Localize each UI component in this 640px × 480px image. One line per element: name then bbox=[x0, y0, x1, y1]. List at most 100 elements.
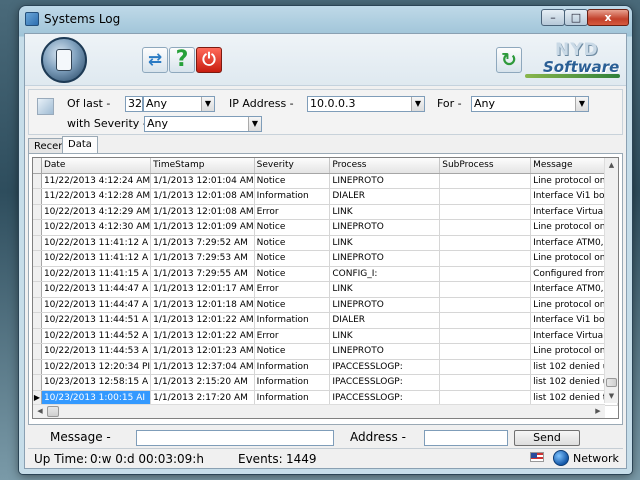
table-cell[interactable]: LINEPROTO bbox=[329, 219, 441, 236]
row-header[interactable] bbox=[33, 266, 42, 282]
table-row[interactable]: 10/22/2013 11:41:12 A 1/1/2013 7:29:53 AM… bbox=[33, 250, 618, 267]
table-cell[interactable] bbox=[439, 219, 532, 236]
chevron-down-icon[interactable]: ▼ bbox=[201, 97, 214, 111]
ip-address-select[interactable]: 10.0.0.3 ▼ bbox=[307, 96, 425, 112]
chevron-down-icon[interactable]: ▼ bbox=[411, 97, 424, 111]
table-row[interactable]: 10/22/2013 11:41:12 A 1/1/2013 7:29:52 AM… bbox=[33, 235, 618, 251]
table-cell[interactable]: 10/22/2013 4:12:29 AM bbox=[41, 204, 152, 220]
table-row[interactable]: 10/22/2013 12:20:34 PI 1/1/2013 12:37:04 … bbox=[33, 359, 618, 375]
address-input[interactable] bbox=[424, 430, 508, 446]
table-cell[interactable]: LINK bbox=[329, 328, 441, 344]
table-cell[interactable]: IPACCESSLOGP: bbox=[329, 359, 441, 375]
table-cell[interactable] bbox=[439, 328, 532, 344]
table-cell[interactable]: Information bbox=[254, 312, 331, 329]
table-cell[interactable] bbox=[439, 359, 532, 375]
network-icon[interactable]: ⇄ bbox=[142, 47, 168, 73]
table-cell[interactable]: 1/1/2013 12:01:09 AM bbox=[150, 219, 255, 236]
table-cell[interactable]: 10/22/2013 11:44:53 A bbox=[41, 343, 152, 360]
table-cell[interactable]: Notice bbox=[254, 266, 331, 282]
table-cell[interactable] bbox=[439, 312, 532, 329]
row-header[interactable] bbox=[33, 219, 42, 236]
tab-data[interactable]: Data bbox=[62, 136, 98, 154]
maximize-button[interactable]: □ bbox=[564, 9, 588, 26]
vertical-scroll-thumb[interactable] bbox=[606, 378, 617, 387]
table-cell[interactable]: Information bbox=[254, 188, 331, 205]
table-cell[interactable]: 1/1/2013 2:15:20 AM bbox=[150, 374, 255, 391]
row-header[interactable] bbox=[33, 359, 42, 375]
table-cell[interactable]: Information bbox=[254, 374, 331, 391]
row-header[interactable] bbox=[33, 188, 42, 205]
row-header[interactable] bbox=[33, 374, 42, 391]
refresh-icon[interactable]: ↻ bbox=[496, 47, 522, 73]
table-row[interactable]: 10/22/2013 4:12:30 AM 1/1/2013 12:01:09 A… bbox=[33, 219, 618, 236]
table-cell[interactable]: 10/23/2013 12:58:15 A bbox=[41, 374, 152, 391]
severity-select[interactable]: Any ▼ bbox=[144, 116, 262, 132]
table-cell[interactable]: CONFIG_I: bbox=[329, 266, 441, 282]
column-header[interactable]: Severity bbox=[254, 158, 331, 174]
title-bar[interactable]: Systems Log – □ x bbox=[19, 6, 632, 32]
table-cell[interactable]: Notice bbox=[254, 219, 331, 236]
table-cell[interactable]: 1/1/2013 12:01:23 AM bbox=[150, 343, 255, 360]
for-select[interactable]: Any ▼ bbox=[471, 96, 589, 112]
table-cell[interactable]: LINEPROTO bbox=[329, 297, 441, 313]
table-row[interactable]: 10/22/2013 11:44:52 A 1/1/2013 12:01:22 A… bbox=[33, 328, 618, 344]
table-cell[interactable]: IPACCESSLOGP: bbox=[329, 374, 441, 391]
horizontal-scroll-thumb[interactable] bbox=[47, 406, 59, 417]
table-cell[interactable]: Error bbox=[254, 328, 331, 344]
scroll-down-icon[interactable]: ▼ bbox=[605, 389, 618, 403]
table-row[interactable]: 10/22/2013 11:44:47 A 1/1/2013 12:01:17 A… bbox=[33, 281, 618, 298]
message-input[interactable] bbox=[136, 430, 334, 446]
globe-icon[interactable] bbox=[553, 450, 569, 466]
row-header[interactable] bbox=[33, 328, 42, 344]
of-last-unit-select[interactable]: Any ▼ bbox=[143, 96, 215, 112]
table-cell[interactable]: Notice bbox=[254, 173, 331, 189]
table-cell[interactable] bbox=[439, 374, 532, 391]
table-cell[interactable]: 10/22/2013 11:41:12 A bbox=[41, 250, 152, 267]
table-cell[interactable]: 1/1/2013 12:01:08 AM bbox=[150, 204, 255, 220]
table-row[interactable]: 10/22/2013 11:44:53 A 1/1/2013 12:01:23 A… bbox=[33, 343, 618, 360]
table-row[interactable]: 10/22/2013 11:44:51 A 1/1/2013 12:01:22 A… bbox=[33, 312, 618, 329]
table-row[interactable]: 10/22/2013 4:12:29 AM 1/1/2013 12:01:08 A… bbox=[33, 204, 618, 220]
table-cell[interactable]: 10/22/2013 4:12:30 AM bbox=[41, 219, 152, 236]
table-row[interactable]: 10/22/2013 11:41:15 A 1/1/2013 7:29:55 AM… bbox=[33, 266, 618, 282]
table-cell[interactable]: 1/1/2013 12:37:04 AM bbox=[150, 359, 255, 375]
table-cell[interactable]: Information bbox=[254, 359, 331, 375]
table-cell[interactable]: 10/22/2013 11:44:47 A bbox=[41, 281, 152, 298]
close-button[interactable]: x bbox=[587, 9, 629, 26]
help-icon[interactable]: ? bbox=[169, 47, 195, 73]
table-cell[interactable]: DIALER bbox=[329, 188, 441, 205]
table-cell[interactable]: 10/22/2013 11:44:47 A bbox=[41, 297, 152, 313]
table-cell[interactable]: Notice bbox=[254, 235, 331, 251]
scroll-right-icon[interactable]: ▶ bbox=[591, 405, 605, 418]
table-cell[interactable]: LINK bbox=[329, 281, 441, 298]
row-header[interactable] bbox=[33, 343, 42, 360]
table-cell[interactable]: 1/1/2013 12:01:22 AM bbox=[150, 328, 255, 344]
table-cell[interactable] bbox=[439, 250, 532, 267]
table-cell[interactable]: 1/1/2013 12:01:08 AM bbox=[150, 188, 255, 205]
horizontal-scrollbar[interactable]: ◀ ▶ bbox=[33, 404, 605, 418]
row-header[interactable] bbox=[33, 250, 42, 267]
table-cell[interactable]: Error bbox=[254, 281, 331, 298]
row-header[interactable] bbox=[33, 173, 42, 189]
table-cell[interactable]: 1/1/2013 12:01:22 AM bbox=[150, 312, 255, 329]
minimize-button[interactable]: – bbox=[541, 9, 565, 26]
column-header[interactable]: Process bbox=[329, 158, 441, 174]
table-row[interactable]: 10/23/2013 12:58:15 A 1/1/2013 2:15:20 AM… bbox=[33, 374, 618, 391]
table-cell[interactable]: 10/22/2013 11:44:52 A bbox=[41, 328, 152, 344]
table-cell[interactable]: 1/1/2013 7:29:53 AM bbox=[150, 250, 255, 267]
column-header[interactable]: SubProcess bbox=[439, 158, 532, 174]
chevron-down-icon[interactable]: ▼ bbox=[248, 117, 261, 131]
table-cell[interactable] bbox=[439, 266, 532, 282]
table-cell[interactable]: 11/22/2013 4:12:24 AM bbox=[41, 173, 152, 189]
table-cell[interactable]: DIALER bbox=[329, 312, 441, 329]
table-cell[interactable] bbox=[439, 235, 532, 251]
log-grid[interactable]: Date TimeStamp Severity Process SubProce… bbox=[32, 157, 619, 419]
table-cell[interactable] bbox=[439, 204, 532, 220]
table-cell[interactable]: 1/1/2013 7:29:55 AM bbox=[150, 266, 255, 282]
table-cell[interactable]: Error bbox=[254, 204, 331, 220]
table-cell[interactable]: 1/1/2013 12:01:04 AM bbox=[150, 173, 255, 189]
table-cell[interactable] bbox=[439, 343, 532, 360]
table-cell[interactable]: 1/1/2013 7:29:52 AM bbox=[150, 235, 255, 251]
table-row[interactable]: 11/22/2013 4:12:28 AM 1/1/2013 12:01:08 A… bbox=[33, 188, 618, 205]
row-header[interactable] bbox=[33, 312, 42, 329]
